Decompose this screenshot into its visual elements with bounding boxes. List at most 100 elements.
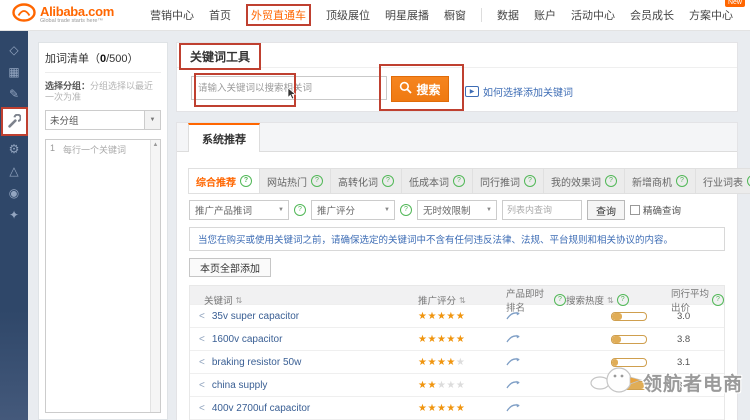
subtab-label: 行业词表	[703, 174, 743, 189]
addlist-title: 加词清单（0/500）	[45, 50, 161, 73]
nav-item-top-showcase[interactable]: 顶级展位	[326, 7, 370, 23]
checkbox-icon[interactable]	[630, 205, 640, 215]
nav-item-home[interactable]: 首页	[209, 7, 231, 23]
topnav-items: 营销中心首页外贸直通车顶级展位明星展播橱窗 数据账户活动中心会员成长方案中心New	[150, 4, 733, 26]
help-icon[interactable]: ?	[524, 175, 536, 187]
nav-item-plan-center[interactable]: 方案中心New	[689, 7, 733, 23]
star-filled-icon: ★	[446, 403, 455, 414]
nav-item-marketing-center[interactable]: 营销中心	[150, 7, 194, 23]
sort-icon[interactable]: ⇅	[607, 296, 614, 305]
sort-icon[interactable]: ⇅	[236, 296, 243, 305]
apps-icon[interactable]: ▦	[4, 62, 24, 82]
chevron-down-icon[interactable]: ▼	[144, 111, 160, 129]
subtab-label: 新增商机	[632, 174, 672, 189]
how-to-add-keywords-link[interactable]: ▶ 如何选择添加关键词	[465, 84, 573, 99]
nav-item-member-growth[interactable]: 会员成长	[630, 7, 674, 23]
column-header-1[interactable]: 推广评分⇅	[418, 293, 506, 307]
help-icon[interactable]: ?	[676, 175, 688, 187]
exact-query-label: 精确查询	[643, 203, 681, 217]
nav-item-p4p[interactable]: 外贸直通车	[246, 4, 311, 26]
rank-cell	[506, 379, 566, 392]
subtab-6[interactable]: 新增商机?	[624, 168, 696, 194]
chevron-down-icon: ▼	[380, 207, 394, 213]
nav-item-star-show[interactable]: 明星展播	[385, 7, 429, 23]
help-icon[interactable]: ?	[712, 294, 724, 306]
star-empty-icon: ★	[437, 380, 446, 391]
list-query-input[interactable]	[502, 200, 582, 220]
help-icon[interactable]: ?	[400, 204, 412, 216]
column-header-0[interactable]: 关键词⇅	[190, 293, 418, 307]
star-filled-icon: ★	[427, 311, 436, 322]
exact-query-checkbox[interactable]: 精确查询	[630, 203, 681, 217]
add-keyword-icon[interactable]: <	[199, 311, 205, 322]
gear-icon[interactable]: ⚙	[4, 139, 24, 159]
add-keyword-icon[interactable]: <	[199, 380, 205, 391]
avg-bid-cell: 3.1	[671, 357, 724, 368]
add-keyword-icon[interactable]: <	[199, 357, 205, 368]
nav-item-activity-center[interactable]: 活动中心	[571, 7, 615, 23]
rating-cell: ★★★★★	[418, 357, 506, 368]
help-icon[interactable]: ?	[453, 175, 465, 187]
help-icon[interactable]: ?	[294, 204, 306, 216]
table-row: <1600v capacitor★★★★★3.8	[190, 327, 724, 350]
subtab-5[interactable]: 我的效果词?	[543, 168, 625, 194]
mouse-cursor-icon	[287, 87, 297, 105]
sort-icon[interactable]: ⇅	[459, 296, 466, 305]
subtab-1[interactable]: 网站热门?	[259, 168, 331, 194]
subtab-3[interactable]: 低成本词?	[401, 168, 473, 194]
help-icon[interactable]: ?	[617, 294, 629, 306]
time-limit-select[interactable]: 无时效限制 ▼	[417, 200, 497, 220]
nav-item-window[interactable]: 橱窗	[444, 7, 466, 23]
home-icon[interactable]: ◇	[4, 40, 24, 60]
add-keyword-icon[interactable]: <	[199, 334, 205, 345]
keyword-cell: < china supply	[190, 380, 418, 391]
heat-bar-fill	[612, 382, 644, 389]
keyword-link[interactable]: 1600v capacitor	[212, 334, 283, 345]
keyword-tool-icon[interactable]	[1, 107, 28, 136]
chevron-down-icon: ▼	[482, 207, 496, 213]
help-icon[interactable]: ?	[605, 175, 617, 187]
add-keyword-icon[interactable]: <	[199, 403, 205, 414]
subtab-label: 网站热门	[267, 174, 307, 189]
subtab-2[interactable]: 高转化词?	[330, 168, 402, 194]
user-icon[interactable]: ◉	[4, 183, 24, 203]
keyword-link[interactable]: braking resistor 50w	[212, 357, 301, 368]
tab-system-recommend[interactable]: 系统推荐	[188, 123, 260, 152]
group-select[interactable]: 未分组 ▼	[45, 110, 161, 130]
tools-icon[interactable]: ✦	[4, 205, 24, 225]
keyword-link[interactable]: china supply	[212, 380, 268, 391]
query-button[interactable]: 查询	[587, 200, 625, 220]
scroll-up-icon[interactable]: ▲	[151, 140, 160, 148]
keywords-textarea[interactable]: 1 每行一个关键词 ▲	[45, 139, 161, 413]
keyword-link[interactable]: 400v 2700uf capacitor	[212, 403, 310, 414]
table-body: <35v super capacitor★★★★★3.0<1600v capac…	[190, 304, 724, 420]
textarea-scrollbar[interactable]: ▲	[150, 140, 160, 412]
search-button[interactable]: 搜索	[391, 76, 449, 102]
edit-icon[interactable]: ✎	[4, 84, 24, 104]
help-icon[interactable]: ?	[554, 294, 566, 306]
star-empty-icon: ★	[456, 357, 465, 368]
add-all-button[interactable]: 本页全部添加	[189, 258, 271, 277]
compliance-notice: 当您在购买或使用关键词之前，请确保选定的关键词中不含有任何违反法律、法规、平台规…	[189, 227, 725, 251]
search-panel: 关键词工具 搜索 ▶ 如何选择添加关键词	[176, 42, 738, 112]
column-header-3[interactable]: 搜索热度⇅?	[566, 293, 671, 307]
nav-item-data[interactable]: 数据	[497, 7, 519, 23]
panel-body: 综合推荐?网站热门?高转化词?低成本词?同行推词?我的效果词?新增商机?行业词表…	[177, 152, 737, 420]
keyword-link[interactable]: 35v super capacitor	[212, 311, 299, 322]
nav-item-account[interactable]: 账户	[534, 7, 556, 23]
table-row: <35v super capacitor★★★★★3.0	[190, 304, 724, 327]
column-header-label: 关键词	[204, 293, 233, 307]
subtab-0[interactable]: 综合推荐?	[188, 168, 260, 194]
alibaba-logo[interactable]: Alibaba.com Global trade starts here™	[0, 3, 150, 27]
chevron-down-icon: ▼	[274, 207, 288, 213]
subtab-4[interactable]: 同行推词?	[472, 168, 544, 194]
alert-icon[interactable]: △	[4, 161, 24, 181]
score-select[interactable]: 推广评分 ▼	[311, 200, 395, 220]
product-words-select[interactable]: 推广产品推词 ▼	[189, 200, 289, 220]
rating-cell: ★★★★★	[418, 311, 506, 322]
help-icon[interactable]: ?	[382, 175, 394, 187]
help-icon[interactable]: ?	[311, 175, 323, 187]
help-icon[interactable]: ?	[240, 175, 252, 187]
keyword-table: 关键词⇅推广评分⇅产品即时排名?搜索热度⇅?同行平均出价? <35v super…	[189, 285, 725, 420]
subtab-7[interactable]: 行业词表?	[695, 168, 750, 194]
